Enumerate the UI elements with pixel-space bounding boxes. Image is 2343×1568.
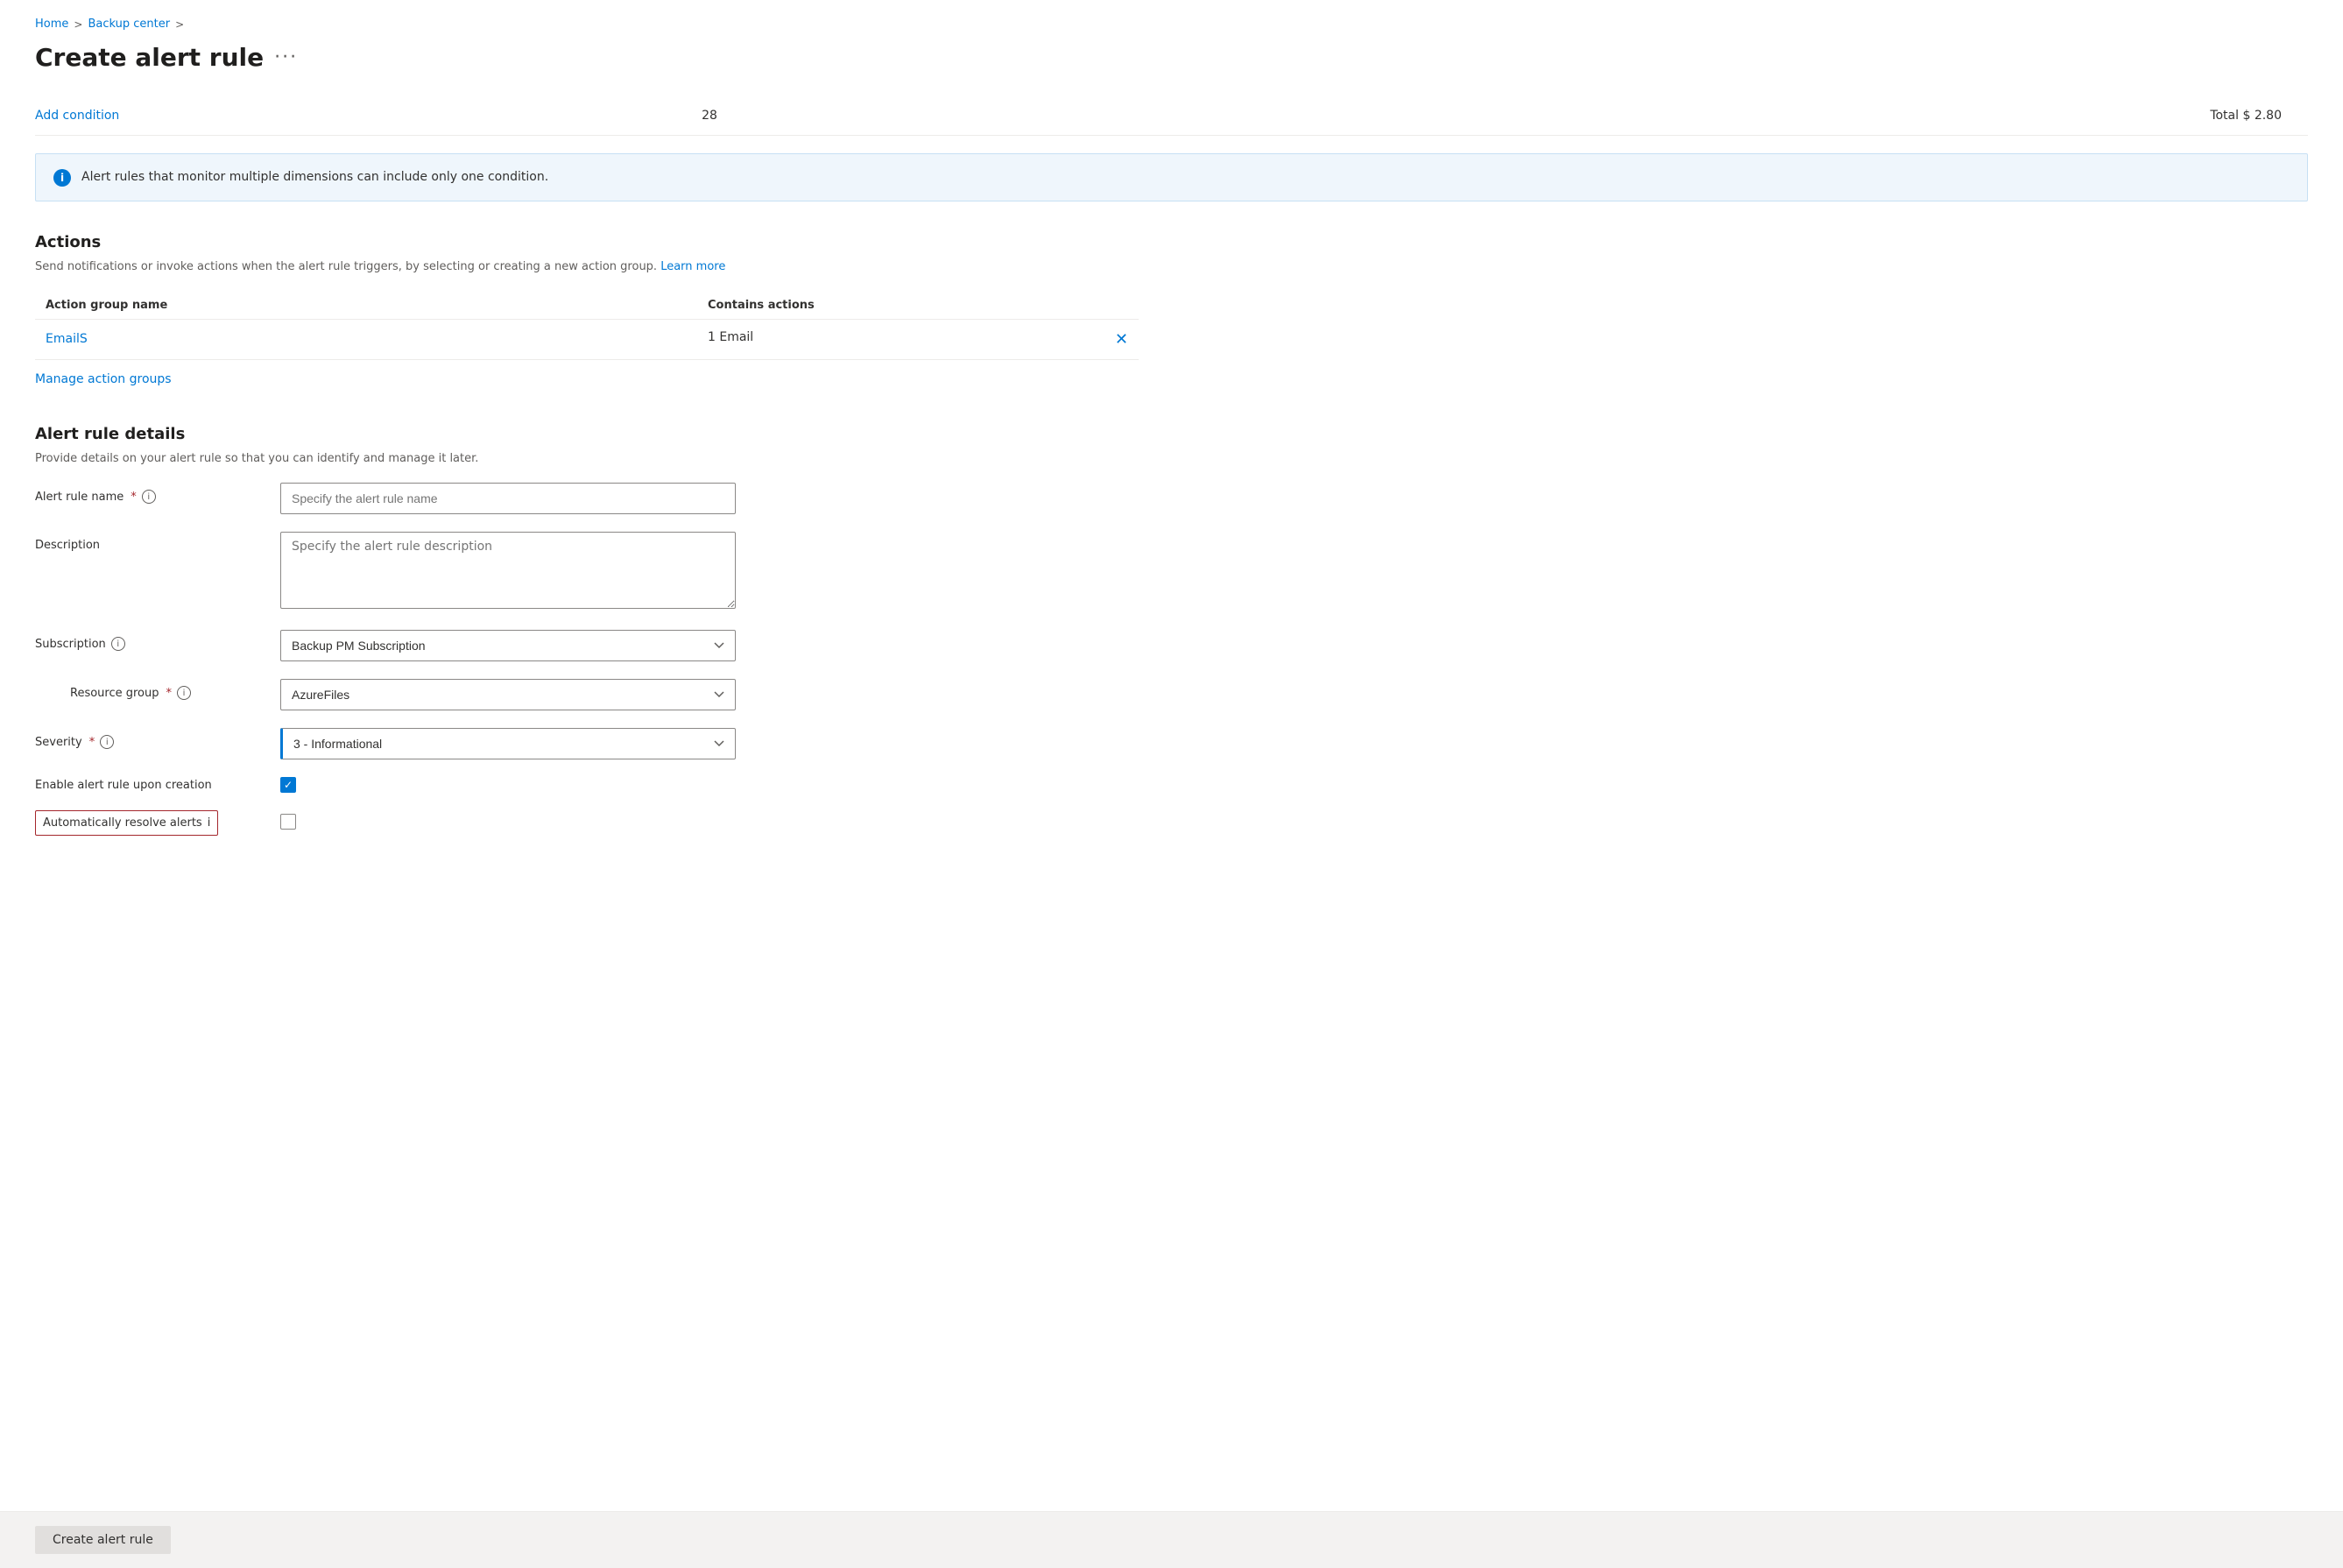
severity-required-star: * bbox=[89, 736, 95, 749]
severity-row: Severity * i 3 - Informational bbox=[35, 728, 1139, 759]
action-group-actions-text: 1 Email bbox=[708, 330, 753, 344]
auto-resolve-label-wrap: Automatically resolve alerts i bbox=[35, 810, 280, 836]
table-header-row: Action group name Contains actions bbox=[35, 292, 1139, 320]
col-contains-actions: Contains actions bbox=[697, 292, 1139, 320]
description-textarea[interactable] bbox=[280, 532, 736, 609]
resource-group-info-icon[interactable]: i bbox=[177, 686, 191, 700]
description-control bbox=[280, 532, 736, 612]
info-icon: i bbox=[53, 169, 71, 187]
page-title: Create alert rule bbox=[35, 43, 264, 72]
subscription-control: Backup PM Subscription bbox=[280, 630, 736, 661]
col-action-group-name: Action group name bbox=[35, 292, 697, 320]
alert-rule-name-control bbox=[280, 483, 736, 514]
subscription-label: Subscription i bbox=[35, 630, 280, 651]
alert-rule-details-desc: Provide details on your alert rule so th… bbox=[35, 450, 2308, 468]
subscription-row: Subscription i Backup PM Subscription bbox=[35, 630, 1139, 661]
auto-resolve-info-icon[interactable]: i bbox=[208, 816, 211, 830]
resource-group-select[interactable]: AzureFiles bbox=[280, 679, 736, 710]
info-banner: i Alert rules that monitor multiple dime… bbox=[35, 153, 2308, 201]
add-condition-link[interactable]: Add condition bbox=[35, 109, 578, 123]
subscription-select[interactable]: Backup PM Subscription bbox=[280, 630, 736, 661]
resource-group-row: Resource group * i AzureFiles bbox=[35, 679, 1139, 710]
description-row: Description bbox=[35, 532, 1139, 612]
alert-rule-name-info-icon[interactable]: i bbox=[142, 490, 156, 504]
severity-info-icon[interactable]: i bbox=[100, 735, 114, 749]
alert-rule-name-row: Alert rule name * i bbox=[35, 483, 1139, 514]
auto-resolve-label: Automatically resolve alerts i bbox=[35, 810, 218, 836]
alert-rule-details-section: Alert rule details Provide details on yo… bbox=[35, 425, 2308, 837]
severity-select[interactable]: 3 - Informational bbox=[280, 728, 736, 759]
cost-total: Total $ 2.80 bbox=[841, 109, 2308, 123]
action-group-link[interactable]: EmailS bbox=[46, 332, 88, 346]
action-group-actions-cell: 1 Email ✕ bbox=[697, 319, 1139, 359]
enable-alert-rule-label: Enable alert rule upon creation bbox=[35, 779, 280, 792]
alert-rule-name-label-text: Alert rule name bbox=[35, 491, 124, 504]
page-header: Create alert rule ··· bbox=[35, 43, 2308, 72]
actions-title: Actions bbox=[35, 233, 2308, 251]
manage-action-groups-link[interactable]: Manage action groups bbox=[35, 369, 172, 390]
description-label-text: Description bbox=[35, 539, 100, 552]
subscription-label-text: Subscription bbox=[35, 638, 106, 651]
page-footer: Create alert rule bbox=[0, 1511, 2343, 1568]
alert-rule-form: Alert rule name * i Description bbox=[35, 483, 1139, 836]
more-options-icon[interactable]: ··· bbox=[274, 46, 298, 68]
severity-label: Severity * i bbox=[35, 728, 280, 749]
severity-control: 3 - Informational bbox=[280, 728, 736, 759]
create-alert-rule-button[interactable]: Create alert rule bbox=[35, 1526, 171, 1554]
learn-more-link[interactable]: Learn more bbox=[660, 260, 725, 273]
auto-resolve-checkbox[interactable] bbox=[280, 814, 296, 830]
auto-resolve-label-text: Automatically resolve alerts bbox=[43, 816, 202, 830]
enable-alert-rule-row: Enable alert rule upon creation ✓ bbox=[35, 777, 1139, 793]
resource-group-label: Resource group * i bbox=[70, 679, 280, 700]
alert-rule-details-title: Alert rule details bbox=[35, 425, 2308, 443]
condition-count: 28 bbox=[578, 109, 841, 123]
enable-alert-rule-checkbox[interactable]: ✓ bbox=[280, 777, 296, 793]
action-group-name-cell: EmailS bbox=[35, 319, 697, 359]
actions-desc-text: Send notifications or invoke actions whe… bbox=[35, 260, 657, 273]
action-group-table: Action group name Contains actions Email… bbox=[35, 292, 1139, 360]
table-row: EmailS 1 Email ✕ bbox=[35, 319, 1139, 359]
subscription-info-icon[interactable]: i bbox=[111, 637, 125, 651]
actions-section: Actions Send notifications or invoke act… bbox=[35, 233, 2308, 390]
breadcrumb-sep1: > bbox=[74, 18, 82, 31]
required-star: * bbox=[131, 491, 137, 504]
delete-action-group-button[interactable]: ✕ bbox=[1115, 330, 1128, 349]
cost-bar: Add condition 28 Total $ 2.80 bbox=[35, 96, 2308, 136]
breadcrumb-sep2: > bbox=[175, 18, 184, 31]
checkmark-icon: ✓ bbox=[284, 780, 293, 790]
enable-alert-rule-control: ✓ bbox=[280, 777, 736, 793]
resource-group-label-text: Resource group bbox=[70, 687, 159, 700]
auto-resolve-row: Automatically resolve alerts i bbox=[35, 810, 1139, 836]
alert-rule-name-label: Alert rule name * i bbox=[35, 483, 280, 504]
description-label: Description bbox=[35, 532, 280, 552]
enable-alert-rule-label-text: Enable alert rule upon creation bbox=[35, 779, 212, 792]
breadcrumb: Home > Backup center > bbox=[35, 18, 2308, 31]
severity-label-text: Severity bbox=[35, 736, 82, 749]
breadcrumb-home[interactable]: Home bbox=[35, 18, 68, 31]
breadcrumb-backup-center[interactable]: Backup center bbox=[88, 18, 170, 31]
auto-resolve-control bbox=[280, 814, 736, 833]
actions-description: Send notifications or invoke actions whe… bbox=[35, 258, 2308, 276]
resource-group-control: AzureFiles bbox=[280, 679, 736, 710]
alert-rule-name-input[interactable] bbox=[280, 483, 736, 514]
info-banner-text: Alert rules that monitor multiple dimens… bbox=[81, 168, 548, 187]
resource-group-required-star: * bbox=[166, 687, 173, 700]
